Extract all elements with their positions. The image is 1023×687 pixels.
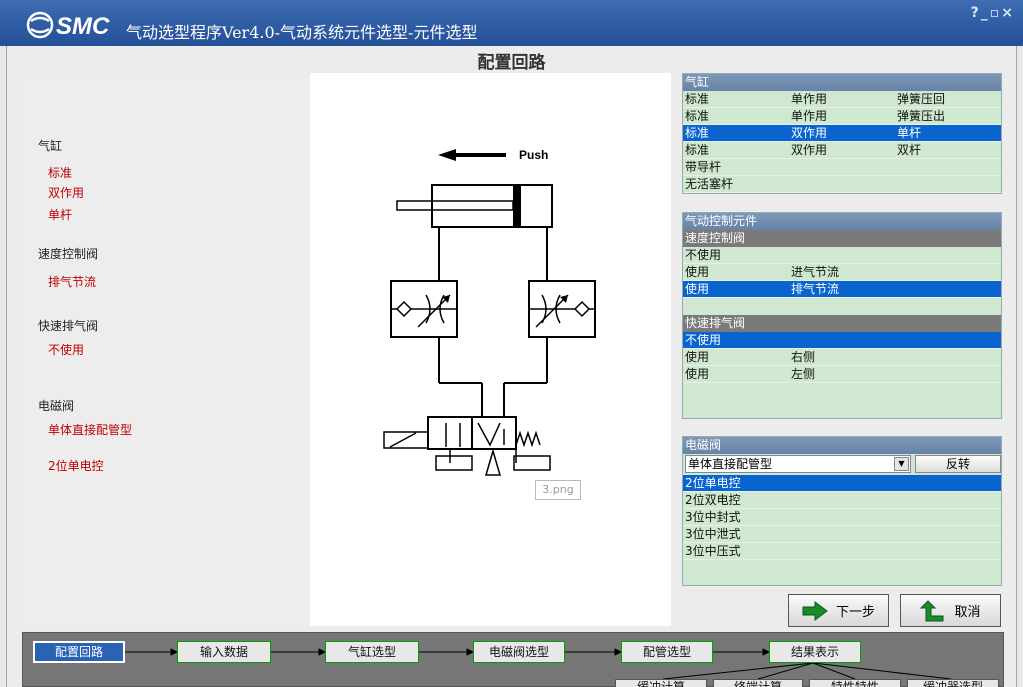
push-label: Push [519, 148, 548, 162]
speed-option-row-selected[interactable]: 使用 排气节流 [683, 281, 1001, 298]
valve-option-row[interactable]: 3位中压式 [683, 543, 1001, 560]
workflow-step-circuit[interactable]: 配置回路 [33, 641, 125, 663]
circuit-diagram: Push [310, 73, 671, 626]
workflow-step-valve[interactable]: 电磁阀选型 [473, 641, 565, 663]
valve-option-row-selected[interactable]: 2位单电控 [683, 475, 1001, 492]
valve-type-value: 单体直接配管型 [688, 457, 773, 471]
solenoid-valve-header: 电磁阀 [683, 437, 1001, 454]
summary-cylinder-type: 标准 [48, 166, 73, 180]
smc-logo: SMC [26, 11, 110, 39]
quick-exhaust-header: 快速排气阀 [683, 315, 1001, 332]
workflow-step-result[interactable]: 结果表示 [769, 641, 861, 663]
image-filename-tooltip: 3.png [535, 480, 581, 500]
cancel-button-label: 取消 [954, 605, 981, 620]
summary-valve-position: 2位单电控 [48, 459, 104, 473]
summary-speed-label: 速度控制阀 [38, 247, 99, 261]
summary-cylinder-action: 双作用 [48, 186, 85, 200]
summary-speed-value: 排气节流 [48, 275, 97, 289]
pneumatic-circuit-drawing: Push [383, 148, 596, 476]
workflow-step-piping[interactable]: 配管选型 [621, 641, 713, 663]
speed-control-header: 速度控制阀 [683, 230, 1001, 247]
summary-exhaust-label: 快速排气阀 [38, 319, 99, 333]
cancel-button[interactable]: 取消 [900, 594, 1001, 627]
valve-option-row[interactable]: 2位双电控 [683, 492, 1001, 509]
exhaust-option-row[interactable]: 使用 右侧 [683, 349, 1001, 366]
valve-option-row[interactable]: 3位中封式 [683, 509, 1001, 526]
summary-valve-label: 电磁阀 [38, 399, 75, 413]
workflow-step-cylinder[interactable]: 气缸选型 [325, 641, 419, 663]
cylinder-option-row[interactable]: 无活塞杆 [683, 176, 1001, 193]
summary-cylinder-rod: 单杆 [48, 208, 73, 222]
workflow-substep[interactable]: 缓冲计算 [615, 679, 707, 687]
chevron-down-icon[interactable]: ▼ [894, 457, 909, 471]
control-components-header: 气动控制元件 [683, 213, 1001, 230]
workflow-substep[interactable]: 缓冲器选型 [907, 679, 999, 687]
cylinder-option-row[interactable]: 标准 双作用 双杆 [683, 142, 1001, 159]
exhaust-option-row[interactable]: 使用 左侧 [683, 366, 1001, 383]
workflow-bar: 配置回路 输入数据 气缸选型 电磁阀选型 配管选型 结果表示 缓冲计算 终端计算… [22, 632, 1004, 687]
valve-type-row: 单体直接配管型 ▼ 反转 [685, 455, 1001, 475]
next-button-label: 下一步 [835, 605, 875, 620]
exhaust-option-row-selected[interactable]: 不使用 [683, 332, 1001, 349]
cylinder-option-row-selected[interactable]: 标准 双作用 单杆 [683, 125, 1001, 142]
workflow-step-input[interactable]: 输入数据 [177, 641, 271, 663]
window-title: 气动选型程序Ver4.0-气动系统元件选型-元件选型 [126, 23, 478, 42]
title-bar: SMC 气动选型程序Ver4.0-气动系统元件选型-元件选型 ?_▫× [0, 0, 1023, 46]
window-controls[interactable]: ?_▫× [971, 5, 1015, 21]
workflow-substep[interactable]: 特性特性 [809, 679, 901, 687]
cylinder-option-row[interactable]: 带导杆 [683, 159, 1001, 176]
cylinder-option-row[interactable]: 标准 单作用 弹簧压出 [683, 108, 1001, 125]
valve-type-dropdown[interactable]: 单体直接配管型 ▼ [685, 455, 911, 473]
selection-summary: 气缸 标准 双作用 单杆 速度控制阀 排气节流 快速排气阀 不使用 电磁阀 单体… [22, 73, 310, 626]
next-button[interactable]: 下一步 [788, 594, 889, 627]
page-title: 配置回路 [477, 53, 546, 73]
summary-exhaust-value: 不使用 [48, 343, 85, 357]
svg-text:SMC: SMC [56, 13, 110, 39]
cylinder-list-panel: 气缸 标准 单作用 弹簧压回 标准 单作用 弹簧压出 标准 双作用 单杆 标准 双作用 双杆 带… [682, 73, 1002, 194]
cylinder-option-row[interactable]: 标准 单作用 弹簧压回 [683, 91, 1001, 108]
summary-cylinder-label: 气缸 [38, 139, 63, 153]
speed-option-row[interactable]: 不使用 [683, 247, 1001, 264]
valve-option-row[interactable]: 3位中泄式 [683, 526, 1001, 543]
solenoid-valve-panel: 电磁阀 单体直接配管型 ▼ 反转 2位单电控 2位双电控 3位中封式 3位中泄式… [682, 436, 1002, 586]
cylinder-list-header: 气缸 [683, 74, 1001, 91]
reverse-button[interactable]: 反转 [915, 455, 1001, 473]
summary-valve-type: 单体直接配管型 [48, 423, 133, 437]
speed-option-row[interactable]: 使用 进气节流 [683, 264, 1001, 281]
arrow-right-icon [802, 600, 828, 621]
control-components-panel: 气动控制元件 速度控制阀 不使用 使用 进气节流 使用 排气节流 快速排气阀 不使用… [682, 212, 1002, 419]
return-arrow-icon [920, 599, 944, 621]
workflow-substep[interactable]: 终端计算 [713, 679, 803, 687]
